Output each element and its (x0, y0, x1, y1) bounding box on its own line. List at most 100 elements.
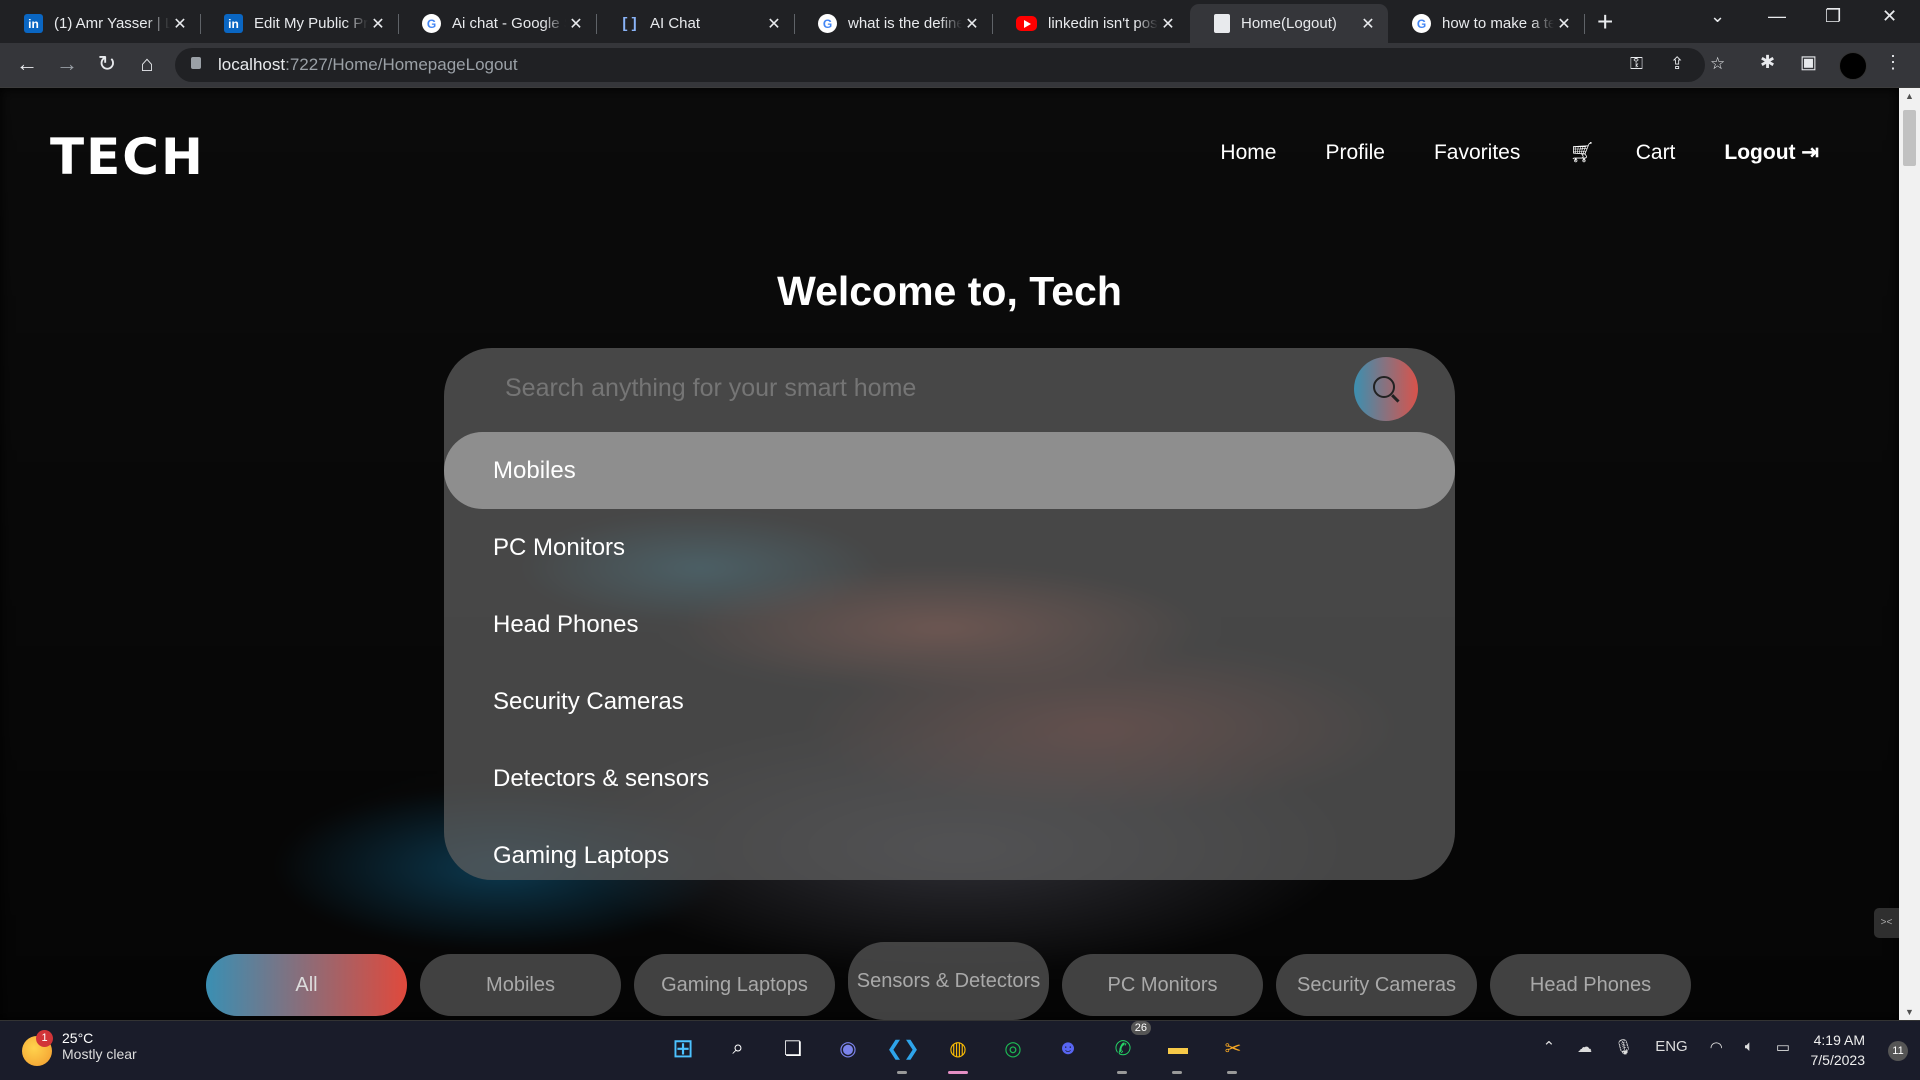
reload-icon[interactable]: ↻ (92, 51, 122, 77)
browser-tab[interactable]: G how to make a te ✕ (1388, 4, 1585, 43)
microphone-icon[interactable]: 🎙︎ (1614, 1038, 1633, 1056)
file-explorer-icon[interactable]: ▬ (1160, 1030, 1196, 1074)
clock-date: 7/5/2023 (1810, 1052, 1866, 1068)
browser-tab[interactable]: G what is the define ✕ (794, 4, 993, 43)
site-nav: Home Profile Favorites 🛒︎ Cart Logout ⇥ (1220, 140, 1819, 165)
browser-tab[interactable]: linkedin isn't post ✕ (992, 4, 1188, 43)
onedrive-cloud-icon[interactable]: ☁ (1577, 1038, 1592, 1056)
chrome-menu-icon[interactable]: ⋮ (1884, 52, 1902, 73)
close-tab-icon[interactable]: ✕ (1554, 14, 1574, 34)
google-icon: G (818, 14, 837, 33)
minimize-icon[interactable]: — (1768, 6, 1786, 27)
search-icon[interactable]: ⌕ (720, 1030, 756, 1066)
nav-home[interactable]: Home (1220, 141, 1276, 165)
chrome-icon[interactable]: ◍ (940, 1030, 976, 1074)
category-chip-pc-monitors[interactable]: PC Monitors (1062, 954, 1263, 1016)
vscode-icon[interactable]: ❮❯ (885, 1030, 921, 1074)
task-view-icon[interactable]: ❏ (775, 1030, 811, 1066)
spotify-icon[interactable]: ◎ (995, 1030, 1031, 1066)
wifi-icon[interactable]: ◠ (1710, 1038, 1723, 1056)
search-button[interactable] (1354, 357, 1418, 421)
scroll-up-arrow-icon[interactable]: ▲ (1905, 91, 1914, 101)
nav-profile[interactable]: Profile (1325, 141, 1385, 165)
lock-icon[interactable] (191, 57, 201, 69)
suggestion-item[interactable]: Gaming Laptops (444, 817, 1455, 880)
nav-favorites[interactable]: Favorites (1434, 141, 1520, 165)
close-tab-icon[interactable]: ✕ (368, 14, 388, 34)
url-text[interactable]: localhost:7227/Home/HomepageLogout (218, 55, 518, 75)
suggestion-item[interactable]: Security Cameras (444, 663, 1455, 740)
battery-icon[interactable]: ▭ (1776, 1038, 1790, 1056)
suggestion-item[interactable]: PC Monitors (444, 509, 1455, 586)
teams-chat-icon[interactable]: ◉ (830, 1030, 866, 1066)
category-chip-head-phones[interactable]: Head Phones (1490, 954, 1691, 1016)
close-tab-icon[interactable]: ✕ (962, 14, 982, 34)
taskbar-clock[interactable]: 4:19 AM 7/5/2023 (1811, 1030, 1866, 1070)
system-tray: ⌃ ☁ 🎙︎ ENG ◠ 🔈︎ ▭ (1543, 1038, 1790, 1056)
language-indicator[interactable]: ENG (1655, 1038, 1688, 1056)
weather-temp: 25°C (62, 1030, 94, 1046)
browser-tab[interactable]: [ ] AI Chat ✕ (596, 4, 795, 43)
page-viewport: TECH Home Profile Favorites 🛒︎ Cart Logo… (0, 88, 1899, 1020)
search-panel: Mobiles PC Monitors Head Phones Security… (444, 348, 1455, 880)
browser-tab[interactable]: in (1) Amr Yasser | Li ✕ (0, 4, 201, 43)
suggestion-item[interactable]: Detectors & sensors (444, 740, 1455, 817)
scrollbar-thumb[interactable] (1903, 110, 1916, 166)
share-icon[interactable]: ⇪ (1670, 54, 1684, 74)
weather-widget[interactable]: 1 25°C Mostly clear (22, 1030, 137, 1066)
nav-cart[interactable]: Cart (1636, 141, 1676, 165)
suggestion-item[interactable]: Mobiles (444, 432, 1455, 509)
weather-badge: 1 (36, 1030, 53, 1047)
side-panel-icon[interactable]: ▣ (1800, 52, 1817, 73)
category-chip-sensors-detectors[interactable]: Sensors & Detectors (848, 942, 1049, 1020)
home-icon[interactable]: ⌂ (132, 51, 162, 77)
close-tab-icon[interactable]: ✕ (1358, 14, 1378, 34)
back-arrow-icon[interactable]: ← (12, 51, 42, 77)
windows-start-icon[interactable]: ⊞ (665, 1030, 701, 1066)
page-scrollbar[interactable]: ▲ ▼ (1899, 88, 1920, 1020)
search-input[interactable] (505, 374, 1335, 403)
search-icon (1373, 376, 1395, 398)
snipping-tool-icon[interactable]: ✂ (1215, 1030, 1251, 1074)
notification-count-badge[interactable]: 11 (1888, 1041, 1908, 1061)
close-window-icon[interactable]: ✕ (1882, 6, 1897, 27)
show-hidden-icons-chevron-icon[interactable]: ⌃ (1543, 1038, 1556, 1056)
google-icon: G (1412, 14, 1431, 33)
volume-icon[interactable]: 🔈︎ (1745, 1038, 1754, 1056)
forward-arrow-icon[interactable]: → (52, 51, 82, 77)
tab-search-chevron-icon[interactable]: ⌄ (1710, 6, 1725, 27)
category-chip-all[interactable]: All (206, 954, 407, 1016)
scroll-down-arrow-icon[interactable]: ▼ (1905, 1007, 1914, 1017)
browser-tab-strip: in (1) Amr Yasser | Li ✕ in Edit My Publ… (0, 0, 1920, 43)
whatsapp-icon[interactable]: ✆ 26 (1105, 1021, 1151, 1074)
nav-logout[interactable]: Logout ⇥ (1724, 140, 1819, 165)
youtube-icon (1016, 16, 1037, 31)
site-logo[interactable]: TECH (50, 128, 205, 186)
clock-time: 4:19 AM (1813, 1032, 1865, 1048)
extensions-puzzle-icon[interactable]: ✱ (1760, 52, 1775, 73)
suggestion-item[interactable]: Head Phones (444, 586, 1455, 663)
restore-icon[interactable]: ❐ (1825, 6, 1841, 27)
address-bar[interactable]: localhost:7227/Home/HomepageLogout ⚿ ⇪ ☆ (175, 48, 1725, 82)
new-tab-plus-icon[interactable]: + (1597, 6, 1613, 38)
close-tab-icon[interactable]: ✕ (170, 14, 190, 34)
profile-avatar[interactable] (1839, 52, 1867, 80)
browser-tab-active[interactable]: Home(Logout) ✕ (1190, 4, 1388, 43)
close-tab-icon[interactable]: ✕ (764, 14, 784, 34)
taskbar-apps: ⊞ ⌕ ❏ ◉ ❮❯ ◍ ◎ ☻ ✆ 26 ▬ ✂ (665, 1021, 1251, 1074)
page-title: Welcome to, Tech (777, 268, 1122, 314)
discord-icon[interactable]: ☻ (1050, 1030, 1086, 1066)
browser-tab[interactable]: G Ai chat - Google S ✕ (398, 4, 597, 43)
side-drawer-handle[interactable]: >< (1874, 908, 1899, 938)
bookmark-star-icon[interactable]: ☆ (1710, 54, 1725, 74)
close-tab-icon[interactable]: ✕ (1158, 14, 1178, 34)
browser-tab[interactable]: in Edit My Public Pro ✕ (200, 4, 399, 43)
category-chip-gaming-laptops[interactable]: Gaming Laptops (634, 954, 835, 1016)
shopping-cart-icon[interactable]: 🛒︎ (1569, 140, 1594, 165)
sign-out-icon: ⇥ (1801, 141, 1819, 164)
category-chip-security-cameras[interactable]: Security Cameras (1276, 954, 1477, 1016)
browser-toolbar: ← → ↻ ⌂ localhost:7227/Home/HomepageLogo… (0, 43, 1920, 88)
category-chip-mobiles[interactable]: Mobiles (420, 954, 621, 1016)
close-tab-icon[interactable]: ✕ (566, 14, 586, 34)
key-icon[interactable]: ⚿ (1630, 54, 1643, 74)
